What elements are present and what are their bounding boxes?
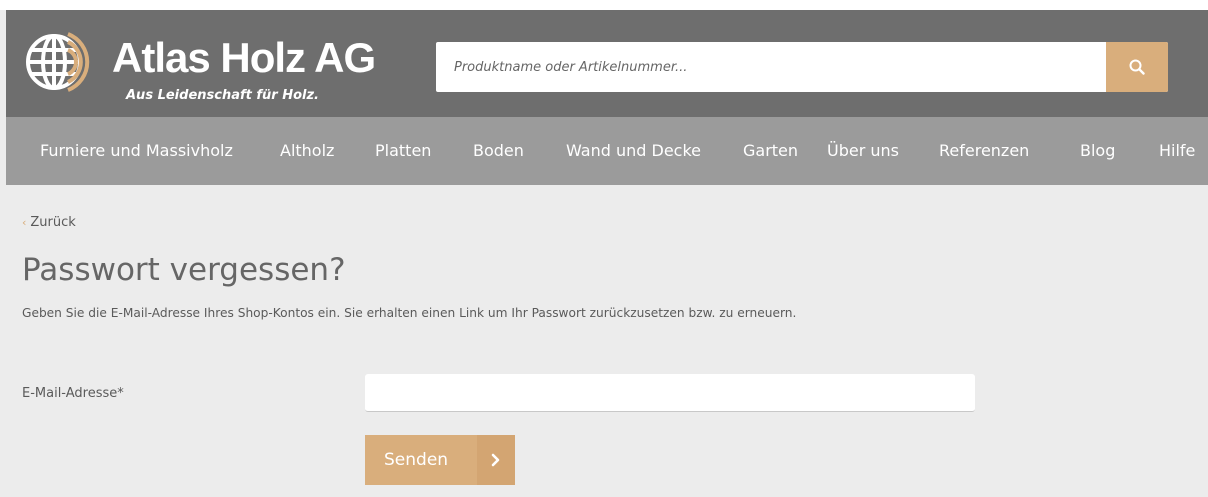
nav-item-garten[interactable]: Garten [743,141,798,160]
page-description: Geben Sie die E-Mail-Adresse Ihres Shop-… [22,306,797,320]
email-field[interactable] [365,374,975,412]
brand-tagline: Aus Leidenschaft für Holz. [126,88,320,103]
search-icon [1129,59,1145,75]
nav-item-hilfe[interactable]: Hilfe [1159,141,1195,160]
send-button-arrow [477,435,515,485]
nav-item-altholz[interactable]: Altholz [280,141,334,160]
search-input[interactable] [436,42,1106,92]
nav-item-ueber-uns[interactable]: Über uns [827,141,899,160]
send-button-label: Senden [384,450,449,470]
email-label: E-Mail-Adresse* [22,386,124,401]
nav-item-wand-und-decke[interactable]: Wand und Decke [566,141,701,160]
top-strip [0,0,1208,10]
logo[interactable]: Atlas Holz AG Aus Leidenschaft für Holz. [24,22,394,112]
page-title: Passwort vergessen? [22,252,346,288]
nav-item-blog[interactable]: Blog [1080,141,1115,160]
back-link[interactable]: ‹ Zurück [22,215,76,230]
globe-wood-logo-icon [26,32,90,92]
chevron-left-icon: ‹ [22,216,27,229]
site-header: Atlas Holz AG Aus Leidenschaft für Holz. [6,10,1208,117]
main-nav: Furniere und Massivholz Altholz Platten … [6,117,1208,185]
nav-item-furniere-und-massivholz[interactable]: Furniere und Massivholz [40,141,233,160]
brand-name: Atlas Holz AG [112,34,376,81]
search-button[interactable] [1106,42,1168,92]
send-button[interactable]: Senden [365,435,515,485]
nav-item-referenzen[interactable]: Referenzen [939,141,1029,160]
chevron-right-icon [491,453,500,467]
search-bar [436,42,1168,92]
nav-item-platten[interactable]: Platten [375,141,431,160]
back-link-label: Zurück [30,215,76,230]
nav-item-boden[interactable]: Boden [473,141,524,160]
